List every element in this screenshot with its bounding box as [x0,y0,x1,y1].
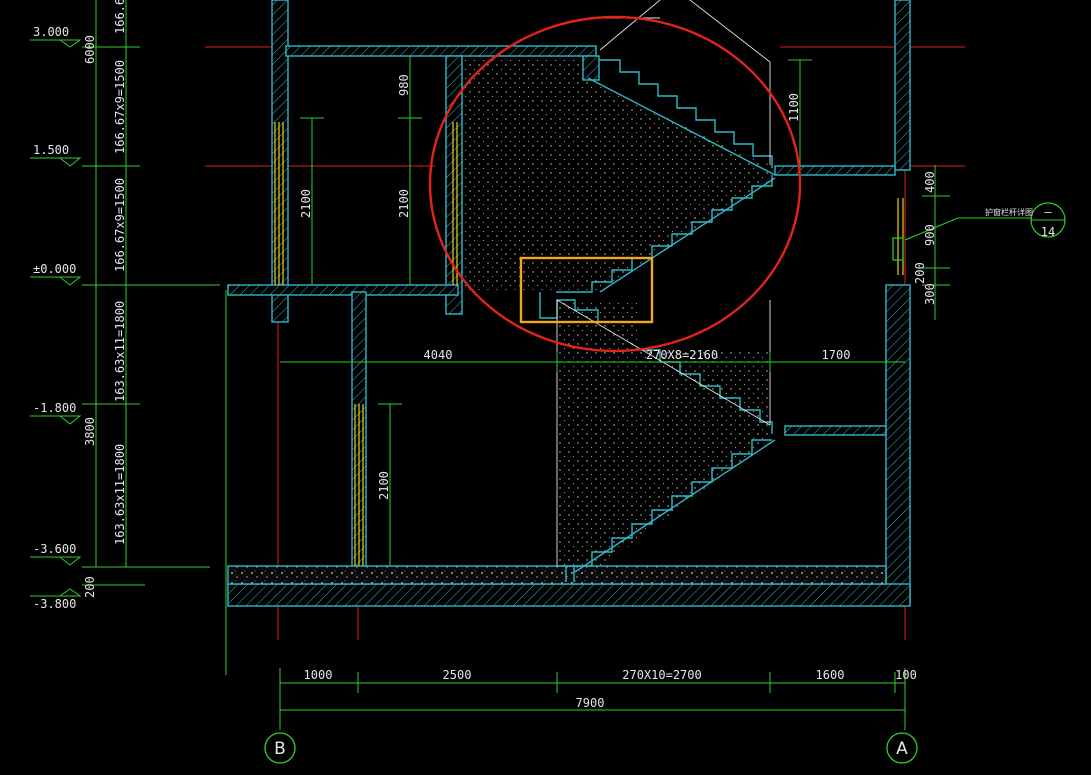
dim-1700: 1700 [822,348,851,362]
dim-1600: 1600 [816,668,845,682]
level-minus-3600: -3.600 [33,542,76,556]
dim-2500: 2500 [443,668,472,682]
dim-3800: 3800 [83,417,97,446]
dim-window-2100-a: 2100 [299,189,313,218]
dim-166: 166.67 [113,0,127,34]
dim-basement-flight-2: 163.63x11=1800 [113,444,127,545]
dim-980: 980 [397,74,411,96]
level-1500: 1.500 [33,143,69,157]
dim-400: 400 [923,171,937,193]
stair-section-drawing: — 14 护窗栏杆详图 B A 3.000 1.500 ±0.000 -1.80… [30,0,1066,764]
axis-bubbles: B A [264,732,918,764]
dim-200: 200 [83,576,97,598]
axis-label-a: A [896,739,908,759]
dim-900: 900 [923,224,937,246]
level-markers [30,39,82,597]
callout-top: — [1044,205,1052,219]
dim-lower-flight: 166.67x9=1500 [113,178,127,272]
dim-100: 100 [895,668,917,682]
callout-bottom: 14 [1041,225,1055,239]
dim-total-7900: 7900 [576,696,605,710]
dim-1000: 1000 [304,668,333,682]
level-minus-1800: -1.800 [33,401,76,415]
level-labels: 3.000 1.500 ±0.000 -1.800 -3.600 -3.800 [33,25,76,611]
dim-stair-run-upper: 270X8=2160 [646,348,718,362]
callout-note: 护窗栏杆详图 [985,207,1033,217]
dim-window-2100-c: 2100 [377,471,391,500]
level-3000: 3.000 [33,25,69,39]
detail-callout: — 14 护窗栏杆详图 [985,202,1066,239]
dim-4040: 4040 [424,348,453,362]
level-0000: ±0.000 [33,262,76,276]
dim-basement-flight-1: 163.63x11=1800 [113,301,127,402]
dim-window-2100-b: 2100 [397,189,411,218]
dim-300: 300 [923,283,937,305]
dim-1100: 1100 [787,93,801,122]
level-minus-3800: -3.800 [33,597,76,611]
dim-200-right: 200 [913,262,927,284]
dim-6000: 6000 [83,35,97,64]
dim-upper-flight: 166.67x9=1500 [113,60,127,154]
dim-stair-run-lower: 270X10=2700 [622,668,701,682]
axis-label-b: B [274,739,286,759]
